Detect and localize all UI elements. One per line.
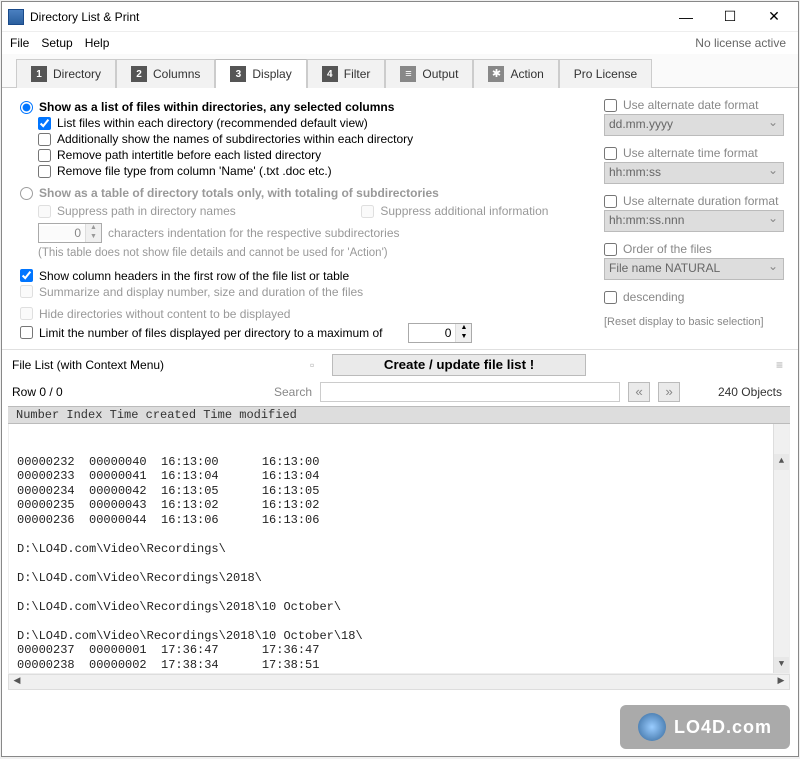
check-alt-duration[interactable]: Use alternate duration format — [604, 194, 784, 208]
tab-pro-license[interactable]: Pro License — [559, 59, 652, 88]
tab-directory[interactable]: 1Directory — [16, 59, 116, 88]
check-show-subdirs[interactable]: Additionally show the names of subdirect… — [38, 132, 592, 146]
row-counter: Row 0 / 0 — [12, 385, 266, 399]
tab-action[interactable]: Action — [473, 59, 558, 88]
search-next-button[interactable]: » — [658, 382, 680, 402]
check-remove-extension[interactable]: Remove file type from column 'Name' (.tx… — [38, 164, 592, 178]
scroll-right-icon[interactable]: ▶ — [773, 675, 789, 689]
indent-value — [39, 226, 85, 240]
check-suppress-info-input — [361, 205, 374, 218]
check-summarize: Summarize and display number, size and d… — [20, 285, 592, 299]
select-time-format[interactable]: hh:mm:ss — [604, 162, 784, 184]
object-count: 240 Objects — [718, 385, 788, 399]
check-list-files[interactable]: List files within each directory (recomm… — [38, 116, 592, 130]
search-input[interactable] — [320, 382, 620, 402]
check-remove-extension-input[interactable] — [38, 165, 51, 178]
tab-columns[interactable]: 2Columns — [116, 59, 215, 88]
titlebar: Directory List & Print — ☐ ✕ — [2, 2, 798, 32]
window-title: Directory List & Print — [30, 10, 664, 24]
filelist-caption: File List (with Context Menu) — [12, 358, 302, 372]
menu-help[interactable]: Help — [81, 34, 118, 52]
action-icon — [488, 66, 504, 82]
spin-up-icon[interactable]: ▲ — [456, 324, 471, 333]
scroll-left-icon[interactable]: ◀ — [9, 675, 25, 689]
tab-display[interactable]: 3Display — [215, 59, 306, 88]
indent-stepper: ▲▼ — [38, 223, 102, 243]
check-hide-empty-input — [20, 307, 33, 320]
check-limit-files[interactable]: Limit the number of files displayed per … — [20, 323, 592, 343]
check-suppress-info: Suppress additional information — [361, 204, 548, 218]
select-date-format[interactable]: dd.mm.yyyy — [604, 114, 784, 136]
radio-show-as-totals-input[interactable] — [20, 187, 33, 200]
check-alt-time[interactable]: Use alternate time format — [604, 146, 784, 160]
check-show-headers[interactable]: Show column headers in the first row of … — [20, 269, 592, 283]
filelist-header: File List (with Context Menu) ▫ Create /… — [2, 349, 798, 380]
collapse-icon[interactable]: ▫ — [310, 358, 324, 372]
check-descending[interactable]: descending — [604, 290, 784, 304]
menu-setup[interactable]: Setup — [37, 34, 80, 52]
radio-show-as-totals[interactable]: Show as a table of directory totals only… — [20, 186, 592, 200]
grid-header: Number Index Time created Time modified — [8, 406, 790, 424]
horizontal-scrollbar[interactable]: ◀ ▶ — [8, 674, 790, 690]
check-show-subdirs-input[interactable] — [38, 133, 51, 146]
check-summarize-input — [20, 285, 33, 298]
limit-value[interactable] — [409, 326, 455, 340]
maximize-button[interactable]: ☐ — [708, 3, 752, 31]
scroll-up-icon[interactable]: ▲ — [774, 454, 789, 470]
check-suppress-path: Suppress path in directory names — [38, 204, 358, 218]
watermark: LO4D.com — [620, 705, 790, 749]
check-list-files-input[interactable] — [38, 117, 51, 130]
spin-down-icon[interactable]: ▼ — [456, 333, 471, 342]
check-limit-files-input[interactable] — [20, 326, 33, 339]
minimize-button[interactable]: — — [664, 3, 708, 31]
select-order[interactable]: File name NATURAL — [604, 258, 784, 280]
totals-note: (This table does not show file details a… — [38, 247, 592, 259]
display-options: Show as a list of files within directori… — [2, 88, 798, 349]
scroll-down-icon[interactable]: ▼ — [774, 657, 789, 673]
tab-filter[interactable]: 4Filter — [307, 59, 386, 88]
license-status: No license active — [695, 36, 794, 50]
check-suppress-path-input — [38, 205, 51, 218]
create-filelist-button[interactable]: Create / update file list ! — [332, 354, 586, 376]
radio-show-as-list[interactable]: Show as a list of files within directori… — [20, 100, 592, 114]
tab-output[interactable]: Output — [385, 59, 473, 88]
check-show-headers-input[interactable] — [20, 269, 33, 282]
check-remove-intertitle[interactable]: Remove path intertitle before each liste… — [38, 148, 592, 162]
radio-show-as-list-input[interactable] — [20, 101, 33, 114]
menu-file[interactable]: File — [6, 34, 37, 52]
limit-stepper[interactable]: ▲▼ — [408, 323, 472, 343]
check-order[interactable]: Order of the files — [604, 242, 784, 256]
check-alt-date[interactable]: Use alternate date format — [604, 98, 784, 112]
filelist-toolbar: Row 0 / 0 Search « » 240 Objects — [2, 380, 798, 406]
output-icon — [400, 66, 416, 82]
app-icon — [8, 9, 24, 25]
grid-body[interactable]: 00000232 00000040 16:13:00 16:13:00 0000… — [8, 424, 790, 674]
reset-display-link[interactable]: [Reset display to basic selection] — [604, 316, 784, 328]
watermark-text: LO4D.com — [674, 717, 772, 738]
grid-rows: 00000232 00000040 16:13:00 16:13:00 0000… — [17, 455, 781, 674]
search-prev-button[interactable]: « — [628, 382, 650, 402]
tabstrip: 1Directory 2Columns 3Display 4Filter Out… — [2, 54, 798, 88]
menubar: File Setup Help No license active — [2, 32, 798, 54]
search-label: Search — [274, 385, 312, 399]
app-window: Directory List & Print — ☐ ✕ File Setup … — [1, 1, 799, 757]
check-hide-empty: Hide directories without content to be d… — [20, 307, 592, 321]
close-button[interactable]: ✕ — [752, 3, 796, 31]
vertical-scrollbar[interactable]: ▲ ▼ — [773, 424, 789, 673]
options-icon[interactable]: ≡ — [776, 358, 790, 372]
indent-row: ▲▼ characters indentation for the respec… — [38, 223, 592, 243]
check-remove-intertitle-input[interactable] — [38, 149, 51, 162]
select-duration-format[interactable]: hh:mm:ss.nnn — [604, 210, 784, 232]
globe-icon — [638, 713, 666, 741]
